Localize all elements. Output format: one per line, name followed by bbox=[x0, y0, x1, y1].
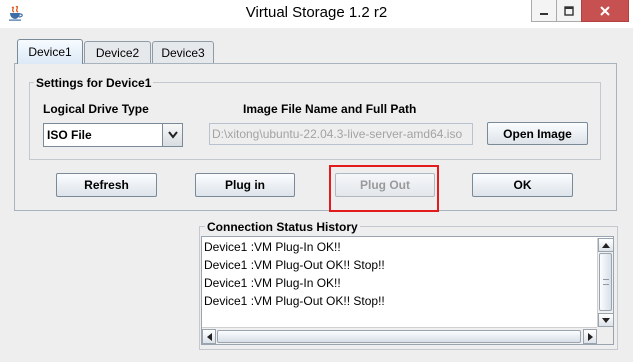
vertical-scrollbar[interactable] bbox=[597, 238, 614, 327]
log-line: Device1 :VM Plug-In OK!! bbox=[204, 276, 341, 290]
triangle-down-icon bbox=[602, 317, 610, 323]
scroll-left-button[interactable] bbox=[202, 329, 216, 344]
image-path-field[interactable]: D:\xitong\ubuntu-22.04.3-live-server-amd… bbox=[209, 123, 473, 145]
triangle-left-icon bbox=[206, 332, 212, 341]
title-bar[interactable]: Virtual Storage 1.2 r2 bbox=[0, 0, 633, 28]
settings-group-title: Settings for Device1 bbox=[34, 76, 154, 90]
tab-device1[interactable]: Device1 bbox=[17, 39, 83, 64]
minimize-button[interactable] bbox=[531, 0, 557, 22]
horizontal-scrollbar[interactable] bbox=[202, 327, 597, 344]
log-line: Device1 :VM Plug-Out OK!! Stop!! bbox=[204, 258, 385, 272]
ok-button[interactable]: OK bbox=[472, 173, 573, 197]
chevron-down-icon bbox=[167, 131, 178, 139]
drive-type-select[interactable]: ISO File bbox=[43, 123, 183, 147]
scroll-corner bbox=[597, 327, 613, 344]
triangle-up-icon bbox=[602, 242, 610, 248]
minimize-icon bbox=[540, 12, 548, 15]
scroll-right-button[interactable] bbox=[583, 329, 597, 344]
virtual-storage-window: Virtual Storage 1.2 r2 Device1 Device2 D… bbox=[0, 0, 633, 362]
scroll-up-button[interactable] bbox=[598, 238, 614, 252]
tab-device3[interactable]: Device3 bbox=[152, 41, 214, 63]
highlight-annotation bbox=[329, 165, 439, 212]
refresh-button[interactable]: Refresh bbox=[56, 173, 157, 197]
close-button[interactable] bbox=[581, 0, 629, 22]
close-icon bbox=[600, 5, 610, 16]
plug-in-button[interactable]: Plug in bbox=[195, 173, 295, 197]
settings-group bbox=[29, 82, 601, 160]
dropdown-button[interactable] bbox=[162, 124, 182, 146]
image-path-label: Image File Name and Full Path bbox=[243, 102, 417, 116]
history-group-title: Connection Status History bbox=[205, 220, 360, 234]
maximize-button[interactable] bbox=[556, 0, 582, 22]
log-line: Device1 :VM Plug-In OK!! bbox=[204, 240, 341, 254]
drive-type-value: ISO File bbox=[47, 128, 92, 142]
log-line: Device1 :VM Plug-Out OK!! Stop!! bbox=[204, 294, 385, 308]
scroll-down-button[interactable] bbox=[598, 313, 614, 327]
open-image-button[interactable]: Open Image bbox=[487, 122, 588, 145]
tab-device2[interactable]: Device2 bbox=[84, 41, 151, 63]
horizontal-scroll-thumb[interactable] bbox=[217, 330, 581, 343]
drive-type-label: Logical Drive Type bbox=[43, 102, 149, 116]
triangle-right-icon bbox=[587, 332, 593, 341]
grip-icon bbox=[603, 279, 609, 285]
vertical-scroll-thumb[interactable] bbox=[599, 253, 612, 311]
maximize-icon bbox=[564, 5, 574, 16]
